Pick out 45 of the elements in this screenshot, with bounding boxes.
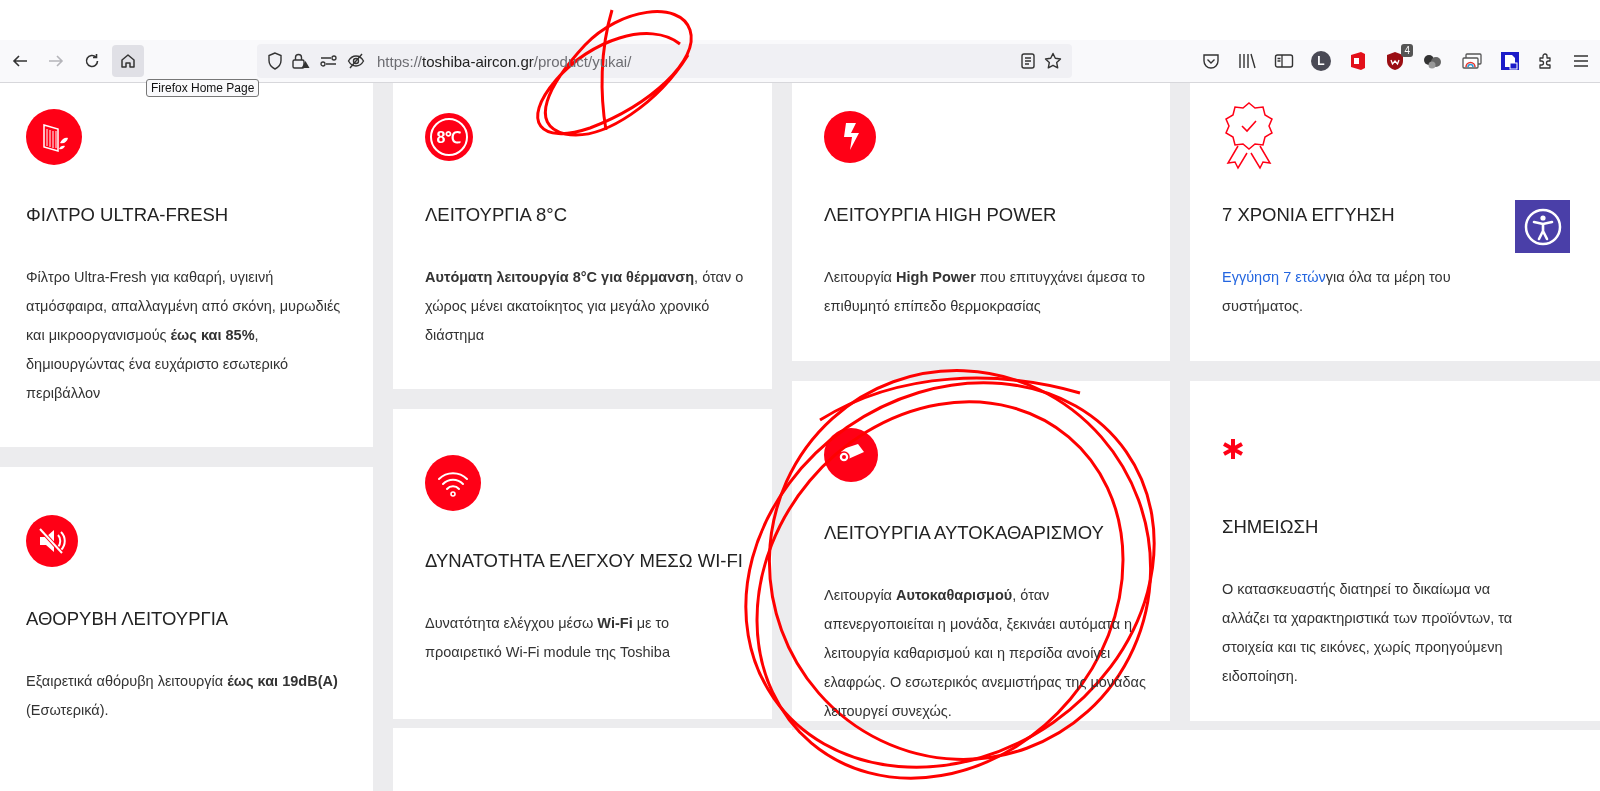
lock-icon[interactable]	[1500, 51, 1520, 71]
wifi-icon	[425, 455, 481, 511]
reader-view-icon[interactable]	[1020, 52, 1036, 70]
card-title: ΣΗΜΕΙΩΣΗ	[1222, 515, 1320, 539]
filter-icon	[26, 109, 82, 165]
card-text: Εγγύηση 7 ετώνγια όλα τα μέρη του συστήματος.	[1222, 268, 1452, 316]
card-title: ΛΕΙΤΟΥΡΓΙΑ ΑΥΤΟΚΑΘΑΡΙΣΜΟΥ	[824, 521, 1105, 545]
warranty-link[interactable]: Εγγύηση 7 ετών	[1222, 269, 1326, 285]
lock-warning-icon[interactable]	[291, 52, 311, 70]
card-title: ΦΙΛΤΡΟ ULTRA-FRESH	[26, 203, 230, 227]
tracking-off-icon[interactable]	[347, 52, 365, 70]
card-title: 7 ΧΡΟΝΙΑ ΕΓΓΥΗΣΗ	[1222, 203, 1396, 227]
card-text: Ο κατασκευαστής διατηρεί το δικαίωμα να αλλάζει τα χαρακτηριστικά των προϊόντων, τα στοιχεία και τις εικόνες, χωρίς προηγούμενη ειδοποίηση.	[1222, 580, 1514, 686]
tooltip: Firefox Home Page	[146, 79, 260, 97]
lightning-icon	[824, 111, 876, 163]
star-icon[interactable]	[1044, 52, 1062, 70]
account-avatar[interactable]: L	[1311, 51, 1331, 71]
card-title: ΑΘΟΡΥΒΗ ΛΕΙΤΟΥΡΓΙΑ	[26, 607, 230, 631]
card-text: Λειτουργία High Power που επιτυγχάνει άμεσα το επιθυμητό επίπεδο θερμοκρασίας	[824, 268, 1146, 316]
home-button[interactable]	[112, 45, 144, 77]
pocket-icon[interactable]	[1202, 52, 1220, 70]
library-icon[interactable]	[1237, 52, 1257, 70]
temperature-icon: 8℃	[425, 113, 473, 161]
office-icon[interactable]	[1348, 51, 1368, 71]
reload-icon	[83, 52, 101, 70]
menu-icon[interactable]	[1572, 52, 1590, 70]
card-title: ΛΕΙΤΟΥΡΓΙΑ 8°C	[425, 203, 569, 227]
card-title: ΛΕΙΤΟΥΡΓΙΑ HIGH POWER	[824, 203, 1058, 227]
card-text: Δυνατότητα ελέγχου μέσω Wi-Fi με το προαιρετικό Wi-Fi module της Toshiba	[425, 614, 671, 662]
screens-icon[interactable]	[1461, 52, 1483, 70]
card-text: Αυτόματη λειτουργία 8°C για θέρμανση, όταν ο χώρος μένει ακατοίκητος για μεγάλο χρονικό διάστημα	[425, 268, 745, 345]
mute-icon	[26, 515, 78, 567]
card-text: Φίλτρο Ultra-Fresh για καθαρή, υγιεινή ατμόσφαιρα, απαλλαγμένη από σκόνη, μυρωδιές και μικροοργανισμούς έως και 85%, δημιουργώντας ένα ευχάριστο εσωτερικό περιβάλλον	[26, 268, 342, 403]
card-title: ΔΥΝΑΤΟΤΗΤΑ ΕΛΕΓΧΟΥ ΜΕΣΩ WI-FI	[425, 549, 744, 573]
asterisk-icon	[1222, 438, 1244, 460]
spheres-icon[interactable]	[1422, 52, 1444, 70]
shield-icon[interactable]	[267, 52, 283, 70]
home-icon	[119, 52, 137, 70]
sidebar-icon[interactable]	[1274, 52, 1294, 70]
count-badge: 4	[1401, 44, 1413, 57]
permissions-icon[interactable]	[319, 53, 339, 69]
accessibility-button[interactable]	[1515, 200, 1570, 253]
cleaning-icon	[824, 428, 878, 482]
shield-icon[interactable]	[1385, 51, 1405, 71]
card-text: Εξαιρετικά αθόρυβη λειτουργία έως και 19dB(A) (Εσωτερικά).	[26, 672, 339, 720]
